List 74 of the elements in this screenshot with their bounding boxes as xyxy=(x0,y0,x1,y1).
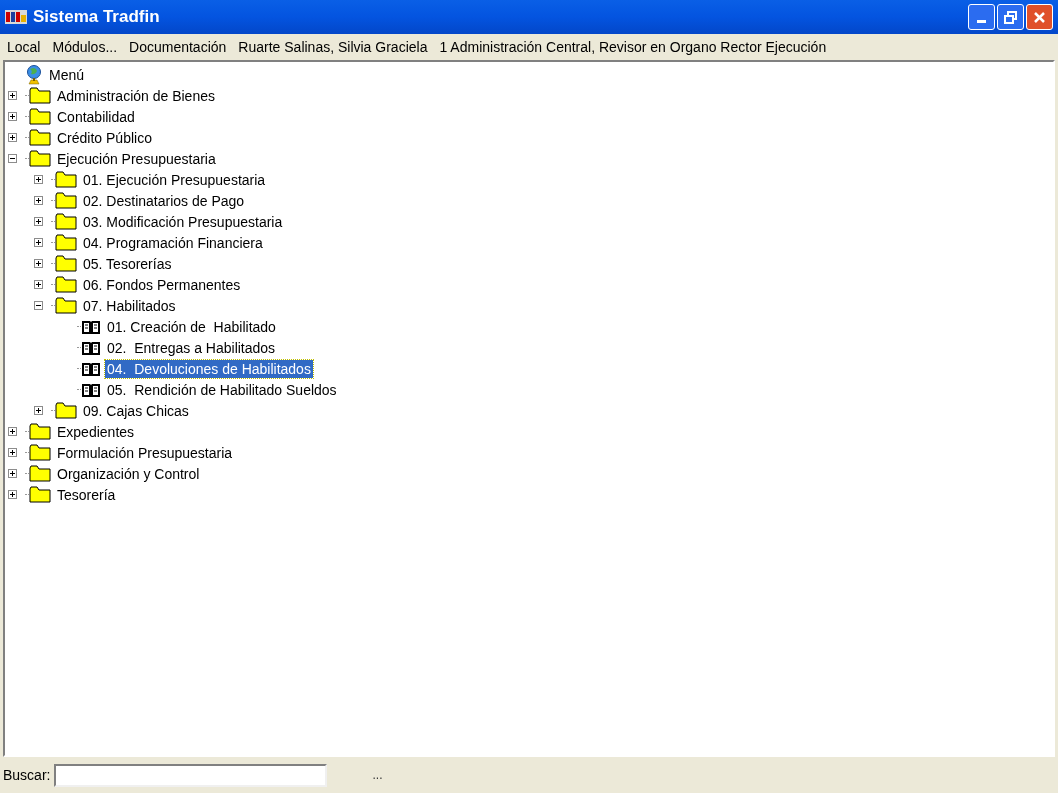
tree-item[interactable]: Menú xyxy=(47,65,87,84)
globe-icon xyxy=(25,64,43,85)
expand-icon[interactable] xyxy=(34,238,43,247)
folder-icon xyxy=(29,150,51,167)
expand-icon[interactable] xyxy=(34,175,43,184)
collapse-icon[interactable] xyxy=(34,301,43,310)
tree-item[interactable]: Formulación Presupuestaria xyxy=(55,443,235,462)
menu-item[interactable]: Módulos... xyxy=(46,36,124,58)
status-text: ... xyxy=(372,767,383,784)
menu-item[interactable]: Local xyxy=(1,36,47,58)
minimize-button[interactable] xyxy=(968,4,995,30)
search-field[interactable] xyxy=(54,763,328,787)
tree-item[interactable]: 05. Tesorerías xyxy=(81,254,174,273)
tree-item[interactable]: 04. Programación Financiera xyxy=(81,233,265,252)
book-icon xyxy=(81,381,101,398)
menu-item[interactable]: Documentación xyxy=(123,36,233,58)
tree-item[interactable]: Contabilidad xyxy=(55,107,137,126)
folder-icon xyxy=(29,108,51,125)
close-icon xyxy=(1033,10,1046,24)
tree-item[interactable]: Organización y Control xyxy=(55,464,202,483)
expand-icon[interactable] xyxy=(34,280,43,289)
window-title: Sistema Tradfin xyxy=(33,6,160,29)
folder-icon xyxy=(55,402,77,419)
book-icon xyxy=(81,360,101,377)
folder-icon xyxy=(29,423,51,440)
book-icon xyxy=(81,339,101,356)
expand-icon[interactable] xyxy=(8,469,17,478)
tree-item[interactable]: Administración de Bienes xyxy=(55,86,217,105)
expand-icon[interactable] xyxy=(8,427,17,436)
menu-item[interactable]: Ruarte Salinas, Silvia Graciela xyxy=(232,36,434,58)
close-button[interactable] xyxy=(1026,4,1053,30)
folder-icon xyxy=(55,276,77,293)
tree-item[interactable]: 05. Rendición de Habilitado Sueldos xyxy=(105,380,339,399)
folder-icon xyxy=(29,87,51,104)
restore-icon xyxy=(1004,10,1017,24)
folder-icon xyxy=(55,297,77,314)
app-icon xyxy=(5,9,27,25)
folder-icon xyxy=(55,171,77,188)
tree-item[interactable]: 09. Cajas Chicas xyxy=(81,401,191,420)
folder-icon xyxy=(55,234,77,251)
tree-item[interactable]: Ejecución Presupuestaria xyxy=(55,149,218,168)
folder-icon xyxy=(55,255,77,272)
expand-icon[interactable] xyxy=(34,217,43,226)
expand-icon[interactable] xyxy=(8,91,17,100)
book-icon xyxy=(81,318,101,335)
tree-item[interactable]: Tesorería xyxy=(55,485,118,504)
expand-icon[interactable] xyxy=(34,196,43,205)
restore-button[interactable] xyxy=(997,4,1024,30)
folder-icon xyxy=(29,129,51,146)
minimize-icon xyxy=(977,20,986,23)
folder-icon xyxy=(29,444,51,461)
menu-item[interactable]: 1 Administración Central, Revisor en Organo Rector Ejecución xyxy=(433,36,833,58)
collapse-icon[interactable] xyxy=(8,154,17,163)
tree-item[interactable]: 06. Fondos Permanentes xyxy=(81,275,243,294)
tree-item[interactable]: 02. Destinatarios de Pago xyxy=(81,191,247,210)
tree-item[interactable]: 07. Habilitados xyxy=(81,296,178,315)
folder-icon xyxy=(55,192,77,209)
expand-icon[interactable] xyxy=(34,406,43,415)
expand-icon[interactable] xyxy=(8,133,17,142)
expand-icon[interactable] xyxy=(34,259,43,268)
folder-icon xyxy=(29,486,51,503)
folder-icon xyxy=(29,465,51,482)
tree-item[interactable]: 04. Devoluciones de Habilitados xyxy=(105,359,313,378)
expand-icon[interactable] xyxy=(8,112,17,121)
expand-icon[interactable] xyxy=(8,448,17,457)
tree-item[interactable]: Crédito Público xyxy=(55,128,154,147)
tree-item[interactable]: 01. Creación de Habilitado xyxy=(105,317,278,336)
tree-item[interactable]: 02. Entregas a Habilitados xyxy=(105,338,278,357)
expand-icon[interactable] xyxy=(8,490,17,499)
folder-icon xyxy=(55,213,77,230)
tree-item[interactable]: 01. Ejecución Presupuestaria xyxy=(81,170,268,189)
search-label: Buscar: xyxy=(3,765,51,785)
tree-item[interactable]: 03. Modificación Presupuestaria xyxy=(81,212,285,231)
tree-item[interactable]: Expedientes xyxy=(55,422,137,441)
